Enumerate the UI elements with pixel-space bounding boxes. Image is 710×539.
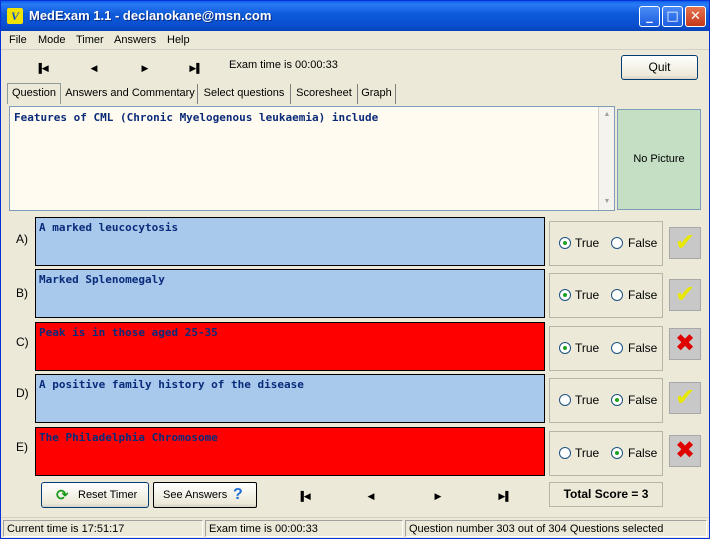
refresh-icon: ⟳: [56, 486, 69, 504]
option-a-answer-group: True False: [549, 221, 663, 266]
option-c-answer-group: True False: [549, 326, 663, 371]
option-c-box: Peak is in those aged 25-35: [35, 322, 545, 371]
bottom-previous-question-button[interactable]: ◀: [361, 488, 381, 504]
option-b-letter: B): [16, 286, 28, 300]
first-question-button[interactable]: ▐◀: [32, 60, 52, 76]
option-b-true-radio[interactable]: [559, 289, 571, 301]
option-e-cross-icon: ✖: [669, 435, 701, 467]
option-c-false-label[interactable]: False: [628, 341, 657, 355]
question-text-area[interactable]: Features of CML (Chronic Myelogenous leu…: [9, 106, 615, 211]
option-a-check-icon: ✔: [669, 227, 701, 259]
menu-timer[interactable]: Timer: [76, 34, 104, 46]
option-e-true-label[interactable]: True: [575, 446, 599, 460]
option-a-true-radio[interactable]: [559, 237, 571, 249]
option-e-false-label[interactable]: False: [628, 446, 657, 460]
option-b-check-icon: ✔: [669, 279, 701, 311]
option-e-letter: E): [16, 440, 28, 454]
scroll-down-icon[interactable]: ▼: [601, 196, 613, 208]
option-e-answer-group: True False: [549, 431, 663, 476]
last-question-button[interactable]: ▶▌: [186, 60, 206, 76]
bottom-last-question-button[interactable]: ▶▌: [495, 488, 515, 504]
app-window: V MedExam 1.1 - declanokane@msn.com _ □ …: [0, 0, 710, 539]
minimize-button[interactable]: _: [639, 6, 660, 27]
next-question-button[interactable]: ▶: [135, 60, 155, 76]
option-d-true-radio[interactable]: [559, 394, 571, 406]
option-e-box: The Philadelphia Chromosome: [35, 427, 545, 476]
option-b-text: Marked Splenomegaly: [39, 273, 165, 286]
tab-select-questions[interactable]: Select questions: [198, 84, 291, 104]
option-c-letter: C): [16, 335, 29, 349]
menu-bar: File Mode Timer Answers Help: [1, 31, 709, 50]
app-icon: V: [7, 8, 23, 24]
question-text: Features of CML (Chronic Myelogenous leu…: [14, 111, 379, 124]
option-d-true-label[interactable]: True: [575, 393, 599, 407]
option-b-true-label[interactable]: True: [575, 288, 599, 302]
option-e-text: The Philadelphia Chromosome: [39, 431, 218, 444]
quit-button[interactable]: Quit: [621, 55, 698, 80]
reset-timer-label: Reset Timer: [78, 489, 138, 501]
option-a-true-label[interactable]: True: [575, 236, 599, 250]
option-c-false-radio[interactable]: [611, 342, 623, 354]
option-a-false-radio[interactable]: [611, 237, 623, 249]
option-d-false-radio[interactable]: [611, 394, 623, 406]
tab-question[interactable]: Question: [7, 83, 61, 104]
menu-answers[interactable]: Answers: [114, 34, 156, 46]
window-title: MedExam 1.1 - declanokane@msn.com: [29, 8, 272, 23]
see-answers-button[interactable]: See Answers ?: [153, 482, 257, 508]
bottom-first-question-button[interactable]: ▐◀: [294, 488, 314, 504]
menu-mode[interactable]: Mode: [38, 34, 66, 46]
option-e-false-radio[interactable]: [611, 447, 623, 459]
menu-file[interactable]: File: [9, 34, 27, 46]
option-b-false-radio[interactable]: [611, 289, 623, 301]
option-e-true-radio[interactable]: [559, 447, 571, 459]
option-b-answer-group: True False: [549, 273, 663, 318]
scroll-up-icon[interactable]: ▲: [601, 109, 613, 121]
tab-graph[interactable]: Graph: [358, 84, 396, 104]
option-c-true-radio[interactable]: [559, 342, 571, 354]
help-icon: ?: [233, 486, 243, 503]
see-answers-label: See Answers: [163, 489, 228, 501]
option-a-letter: A): [16, 232, 28, 246]
option-d-letter: D): [16, 386, 29, 400]
option-a-false-label[interactable]: False: [628, 236, 657, 250]
option-d-box: A positive family history of the disease: [35, 374, 545, 423]
option-a-box: A marked leucocytosis: [35, 217, 545, 266]
option-d-answer-group: True False: [549, 378, 663, 423]
option-c-cross-icon: ✖: [669, 328, 701, 360]
tab-scoresheet[interactable]: Scoresheet: [291, 84, 358, 104]
option-b-false-label[interactable]: False: [628, 288, 657, 302]
question-picture: No Picture: [617, 109, 701, 210]
status-question-info: Question number 303 out of 304 Questions…: [405, 520, 707, 537]
option-a-text: A marked leucocytosis: [39, 221, 179, 234]
option-d-check-icon: ✔: [669, 382, 701, 414]
option-d-text: A positive family history of the disease: [39, 378, 304, 391]
option-c-true-label[interactable]: True: [575, 341, 599, 355]
title-bar[interactable]: V MedExam 1.1 - declanokane@msn.com _ □ …: [1, 1, 709, 31]
option-d-false-label[interactable]: False: [628, 393, 657, 407]
status-exam-time: Exam time is 00:00:33: [205, 520, 403, 537]
total-score: Total Score = 3: [549, 482, 663, 507]
maximize-button[interactable]: □: [662, 6, 683, 27]
previous-question-button[interactable]: ◀: [84, 60, 104, 76]
reset-timer-button[interactable]: ⟳ Reset Timer: [41, 482, 149, 508]
bottom-next-question-button[interactable]: ▶: [428, 488, 448, 504]
close-button[interactable]: ✕: [685, 6, 706, 27]
status-bar: Current time is 17:51:17 Exam time is 00…: [1, 517, 709, 538]
menu-help[interactable]: Help: [167, 34, 190, 46]
option-b-box: Marked Splenomegaly: [35, 269, 545, 318]
question-scrollbar[interactable]: ▲ ▼: [598, 107, 614, 210]
tab-answers-commentary[interactable]: Answers and Commentary: [63, 84, 198, 104]
exam-time-display: Exam time is 00:00:33: [229, 59, 338, 71]
option-c-text: Peak is in those aged 25-35: [39, 326, 218, 339]
status-current-time: Current time is 17:51:17: [3, 520, 203, 537]
